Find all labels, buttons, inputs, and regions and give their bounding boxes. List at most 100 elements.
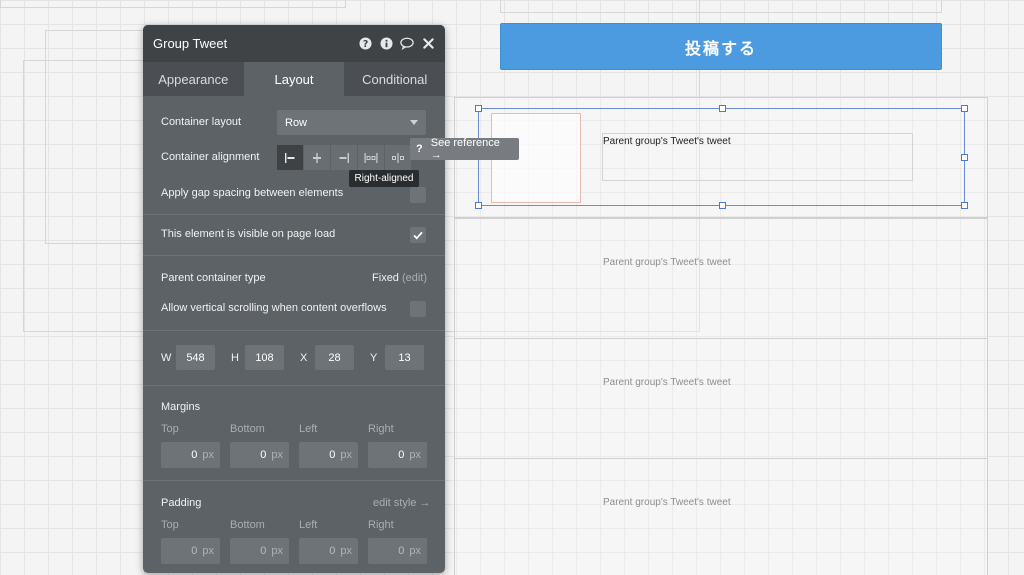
margin-left-label: Left xyxy=(299,423,318,435)
see-reference-link[interactable]: See reference → xyxy=(431,137,513,161)
margin-left-input[interactable]: 0 px xyxy=(299,442,358,468)
vertical-scroll-row: Allow vertical scrolling when content ov… xyxy=(161,302,427,314)
space-around-icon xyxy=(392,152,404,163)
margin-right-value: 0 xyxy=(398,449,405,461)
repeating-group-cell[interactable] xyxy=(454,218,988,339)
px-unit: px xyxy=(340,545,352,557)
panel-header[interactable]: Group Tweet ? xyxy=(143,25,445,62)
margin-right-label: Right xyxy=(368,423,394,435)
padding-left-input[interactable]: 0 px xyxy=(299,538,358,564)
comment-icon[interactable] xyxy=(400,37,414,51)
px-unit: px xyxy=(202,545,214,557)
edit-style-link[interactable]: edit style → xyxy=(373,497,430,509)
padding-title: Padding xyxy=(161,497,202,509)
resize-handle-top[interactable] xyxy=(719,105,726,112)
padding-top-value: 0 xyxy=(191,545,198,557)
align-right-button[interactable] xyxy=(331,145,357,170)
gap-spacing-label: Apply gap spacing between elements xyxy=(161,187,344,199)
tab-conditional[interactable]: Conditional xyxy=(344,62,445,96)
selected-group-tweet[interactable] xyxy=(478,108,965,206)
tweet-text-placeholder: Parent group's Tweet's tweet xyxy=(603,377,731,388)
align-center-button[interactable] xyxy=(304,145,330,170)
width-label: W xyxy=(161,352,172,364)
x-label: X xyxy=(300,352,308,364)
parent-container-type-label: Parent container type xyxy=(161,272,266,284)
resize-handle-bottom[interactable] xyxy=(719,202,726,209)
resize-handle-right[interactable] xyxy=(961,154,968,161)
gap-spacing-checkbox[interactable] xyxy=(410,187,426,203)
divider xyxy=(143,255,445,256)
close-icon[interactable] xyxy=(421,37,435,51)
align-space-between-button[interactable] xyxy=(358,145,384,170)
height-input[interactable]: 108 xyxy=(245,345,284,370)
padding-left-value: 0 xyxy=(329,545,336,557)
help-icon[interactable]: ? xyxy=(358,37,372,51)
resize-handle-top-left[interactable] xyxy=(475,105,482,112)
visible-on-load-checkbox[interactable] xyxy=(410,227,426,243)
panel-title: Group Tweet xyxy=(153,36,228,51)
divider xyxy=(143,385,445,386)
container-alignment-label: Container alignment xyxy=(161,151,260,163)
y-input[interactable]: 13 xyxy=(385,345,424,370)
x-input[interactable]: 28 xyxy=(315,345,354,370)
padding-right-input[interactable]: 0 px xyxy=(368,538,427,564)
width-input[interactable]: 548 xyxy=(176,345,215,370)
tweet-text-placeholder: Parent group's Tweet's tweet xyxy=(603,257,731,268)
divider xyxy=(143,214,445,215)
property-editor-panel: Group Tweet ? Appearance Layout Conditio… xyxy=(143,25,445,573)
info-icon[interactable] xyxy=(379,37,393,51)
y-label: Y xyxy=(370,352,378,364)
tab-layout[interactable]: Layout xyxy=(243,62,345,96)
container-layout-label: Container layout xyxy=(161,116,242,128)
align-left-icon xyxy=(285,152,295,163)
padding-bottom-label: Bottom xyxy=(230,519,265,531)
px-unit: px xyxy=(271,545,283,557)
repeating-group-cell[interactable] xyxy=(454,458,988,575)
padding-bottom-input[interactable]: 0 px xyxy=(230,538,289,564)
tweet-text-placeholder: Parent group's Tweet's tweet xyxy=(603,497,731,508)
align-right-icon xyxy=(339,152,349,163)
resize-handle-bottom-left[interactable] xyxy=(475,202,482,209)
space-between-icon xyxy=(364,152,378,163)
post-button[interactable]: 投稿する xyxy=(500,23,942,70)
align-center-icon xyxy=(313,152,321,163)
alignment-tooltip: Right-aligned xyxy=(349,170,419,187)
parent-container-type-edit-link[interactable]: (edit) xyxy=(402,272,427,284)
vertical-scroll-checkbox[interactable] xyxy=(410,301,426,317)
canvas-outline xyxy=(500,0,942,13)
tab-appearance[interactable]: Appearance xyxy=(143,62,244,96)
checkmark-icon xyxy=(413,231,423,240)
divider xyxy=(143,330,445,331)
px-unit: px xyxy=(409,449,421,461)
margins-title: Margins xyxy=(161,401,201,413)
padding-right-label: Right xyxy=(368,519,394,531)
visible-on-load-label: This element is visible on page load xyxy=(161,228,336,240)
margin-top-label: Top xyxy=(161,423,179,435)
resize-handle-top-right[interactable] xyxy=(961,105,968,112)
visible-on-load-row: This element is visible on page load xyxy=(161,228,427,240)
alignment-button-group xyxy=(277,145,412,170)
margin-right-input[interactable]: 0 px xyxy=(368,442,427,468)
resize-handle-bottom-right[interactable] xyxy=(961,202,968,209)
margin-bottom-value: 0 xyxy=(260,449,267,461)
margin-left-value: 0 xyxy=(329,449,336,461)
container-layout-select[interactable]: Row xyxy=(277,110,426,135)
px-unit: px xyxy=(202,449,214,461)
align-space-around-button[interactable] xyxy=(385,145,411,170)
panel-tabs: Appearance Layout Conditional xyxy=(143,62,445,96)
px-unit: px xyxy=(271,449,283,461)
padding-top-input[interactable]: 0 px xyxy=(161,538,220,564)
canvas-outline xyxy=(0,0,346,8)
margin-bottom-input[interactable]: 0 px xyxy=(230,442,289,468)
question-icon: ? xyxy=(416,143,423,155)
repeating-group-cell[interactable] xyxy=(454,338,988,459)
canvas-outline xyxy=(23,60,145,332)
px-unit: px xyxy=(409,545,421,557)
divider xyxy=(143,480,445,481)
gap-spacing-row: Apply gap spacing between elements xyxy=(161,187,427,199)
align-left-button[interactable] xyxy=(277,145,303,170)
chevron-down-icon xyxy=(410,120,418,125)
see-reference-tooltip[interactable]: ? See reference → xyxy=(410,137,519,161)
parent-container-type-row: Parent container type Fixed (edit) xyxy=(161,272,427,284)
margin-top-input[interactable]: 0 px xyxy=(161,442,220,468)
